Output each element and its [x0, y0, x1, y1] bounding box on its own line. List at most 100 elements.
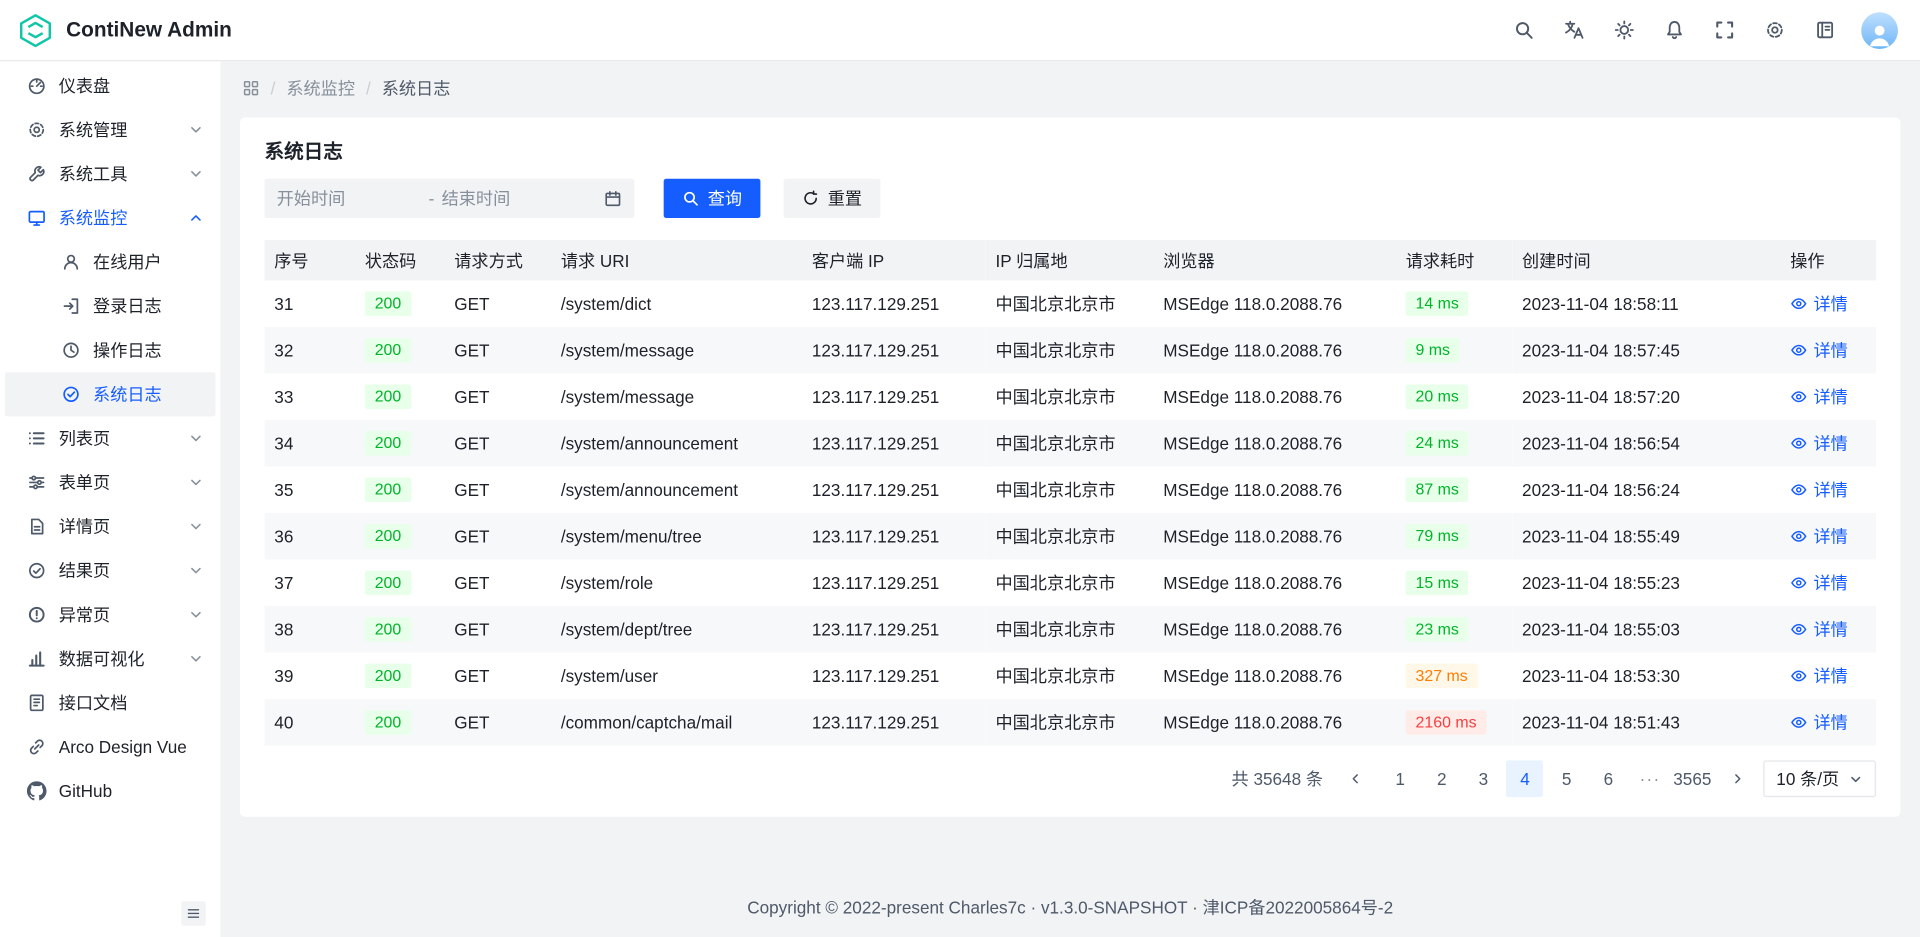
cell-action: 详情 — [1780, 606, 1876, 653]
page-size-select[interactable]: 10 条/页 — [1763, 760, 1876, 797]
column-header: 序号 — [264, 240, 355, 280]
link-icon — [27, 737, 47, 757]
chevron-down-icon — [189, 475, 204, 490]
cell-uri: /system/message — [551, 373, 802, 420]
sidebar-subitem-online-user[interactable]: 在线用户 — [5, 240, 216, 284]
header-actions — [1504, 10, 1898, 49]
cell-uri: /system/role — [551, 560, 802, 607]
github-icon — [27, 781, 47, 801]
cell-duration: 87 ms — [1396, 467, 1512, 514]
status-badge: 200 — [365, 338, 411, 362]
detail-link[interactable]: 详情 — [1790, 431, 1848, 455]
detail-link[interactable]: 详情 — [1790, 524, 1848, 548]
duration-badge: 2160 ms — [1406, 710, 1487, 734]
exception-icon — [27, 605, 47, 625]
sidebar-item-data-visualization[interactable]: 数据可视化 — [5, 637, 216, 681]
cell-method: GET — [444, 653, 551, 700]
search-button[interactable] — [1504, 10, 1543, 49]
cell-ip: 123.117.129.251 — [802, 373, 986, 420]
chevron-down-icon — [189, 431, 204, 446]
page-button-2[interactable]: 2 — [1423, 760, 1460, 797]
cell-seq: 34 — [264, 420, 355, 467]
cell-browser: MSEdge 118.0.2088.76 — [1153, 420, 1395, 467]
cell-ip: 123.117.129.251 — [802, 280, 986, 327]
sidebar-item-arco-design-vue[interactable]: Arco Design Vue — [5, 725, 216, 769]
page-button-1[interactable]: 1 — [1382, 760, 1419, 797]
cell-created: 2023-11-04 18:53:30 — [1512, 653, 1780, 700]
sidebar-item-github[interactable]: GitHub — [5, 769, 216, 813]
pagination-next-button[interactable] — [1721, 760, 1753, 797]
sidebar-subitem-operation-log[interactable]: 操作日志 — [5, 328, 216, 372]
start-time-input[interactable] — [277, 189, 421, 209]
book-icon — [1814, 20, 1835, 41]
end-time-input[interactable] — [442, 189, 586, 209]
sidebar-item-list-page[interactable]: 列表页 — [5, 416, 216, 460]
cell-location: 中国北京北京市 — [986, 606, 1154, 653]
breadcrumb-item-system-monitor[interactable]: 系统监控 — [286, 76, 355, 100]
sidebar-subitem-login-log[interactable]: 登录日志 — [5, 284, 216, 328]
cell-location: 中国北京北京市 — [986, 327, 1154, 374]
pagination-prev-button[interactable] — [1340, 760, 1372, 797]
page-button-6[interactable]: 6 — [1590, 760, 1627, 797]
brand[interactable]: ContiNew Admin — [17, 12, 232, 49]
chevron-down-icon — [189, 607, 204, 622]
page-button-3[interactable]: 3 — [1465, 760, 1502, 797]
calendar-icon — [604, 189, 622, 207]
sidebar-item-exception-page[interactable]: 异常页 — [5, 593, 216, 637]
cell-ip: 123.117.129.251 — [802, 560, 986, 607]
cell-action: 详情 — [1780, 699, 1876, 746]
sidebar-item-result-page[interactable]: 结果页 — [5, 549, 216, 593]
detail-link[interactable]: 详情 — [1790, 384, 1848, 408]
sidebar-item-system-management[interactable]: 系统管理 — [5, 108, 216, 152]
cell-method: GET — [444, 513, 551, 560]
column-header: 状态码 — [355, 240, 444, 280]
column-header: IP 归属地 — [986, 240, 1154, 280]
detail-link[interactable]: 详情 — [1790, 571, 1848, 595]
detail-link[interactable]: 详情 — [1790, 710, 1848, 734]
sidebar-item-detail-page[interactable]: 详情页 — [5, 504, 216, 548]
detail-link[interactable]: 详情 — [1790, 478, 1848, 502]
duration-badge: 9 ms — [1406, 338, 1460, 362]
eye-icon — [1790, 342, 1807, 359]
sidebar-item-system-monitor[interactable]: 系统监控 — [5, 196, 216, 240]
bell-button[interactable] — [1654, 10, 1693, 49]
settings-icon — [1764, 20, 1785, 41]
cell-status: 200 — [355, 373, 444, 420]
date-range-picker[interactable]: - — [264, 179, 634, 218]
eye-icon — [1790, 481, 1807, 498]
cell-duration: 15 ms — [1396, 560, 1512, 607]
theme-button[interactable] — [1604, 10, 1643, 49]
detail-link[interactable]: 详情 — [1790, 617, 1848, 641]
detail-link[interactable]: 详情 — [1790, 664, 1848, 688]
sidebar-subitem-system-log[interactable]: 系统日志 — [5, 372, 216, 416]
cell-method: GET — [444, 280, 551, 327]
page-button-5[interactable]: 5 — [1548, 760, 1585, 797]
fullscreen-button[interactable] — [1704, 10, 1743, 49]
sidebar-collapse-button[interactable] — [181, 901, 205, 925]
cell-uri: /common/captcha/mail — [551, 699, 802, 746]
cell-method: GET — [444, 699, 551, 746]
cell-method: GET — [444, 373, 551, 420]
sidebar-item-system-tools[interactable]: 系统工具 — [5, 152, 216, 196]
book-button[interactable] — [1805, 10, 1844, 49]
settings-button[interactable] — [1755, 10, 1794, 49]
cell-action: 详情 — [1780, 280, 1876, 327]
detail-link[interactable]: 详情 — [1790, 338, 1848, 362]
detail-link[interactable]: 详情 — [1790, 291, 1848, 315]
page-ellipsis[interactable]: ··· — [1632, 760, 1669, 797]
sidebar-menu: 仪表盘系统管理系统工具系统监控在线用户登录日志操作日志系统日志列表页表单页详情页… — [0, 61, 220, 813]
sidebar-item-dashboard[interactable]: 仪表盘 — [5, 64, 216, 108]
page-title: 系统日志 — [264, 135, 1875, 164]
reset-button[interactable]: 重置 — [784, 179, 881, 218]
page-button-3565[interactable]: 3565 — [1673, 760, 1711, 797]
cell-duration: 23 ms — [1396, 606, 1512, 653]
table-row: 32200GET/system/message123.117.129.251中国… — [264, 327, 1875, 374]
sidebar-item-api-doc[interactable]: 接口文档 — [5, 681, 216, 725]
page-button-4[interactable]: 4 — [1507, 760, 1544, 797]
eye-icon — [1790, 528, 1807, 545]
user-avatar[interactable] — [1861, 12, 1898, 49]
sidebar-item-form-page[interactable]: 表单页 — [5, 460, 216, 504]
translate-button[interactable] — [1554, 10, 1593, 49]
table-row: 39200GET/system/user123.117.129.251中国北京北… — [264, 653, 1875, 700]
search-button[interactable]: 查询 — [664, 179, 761, 218]
